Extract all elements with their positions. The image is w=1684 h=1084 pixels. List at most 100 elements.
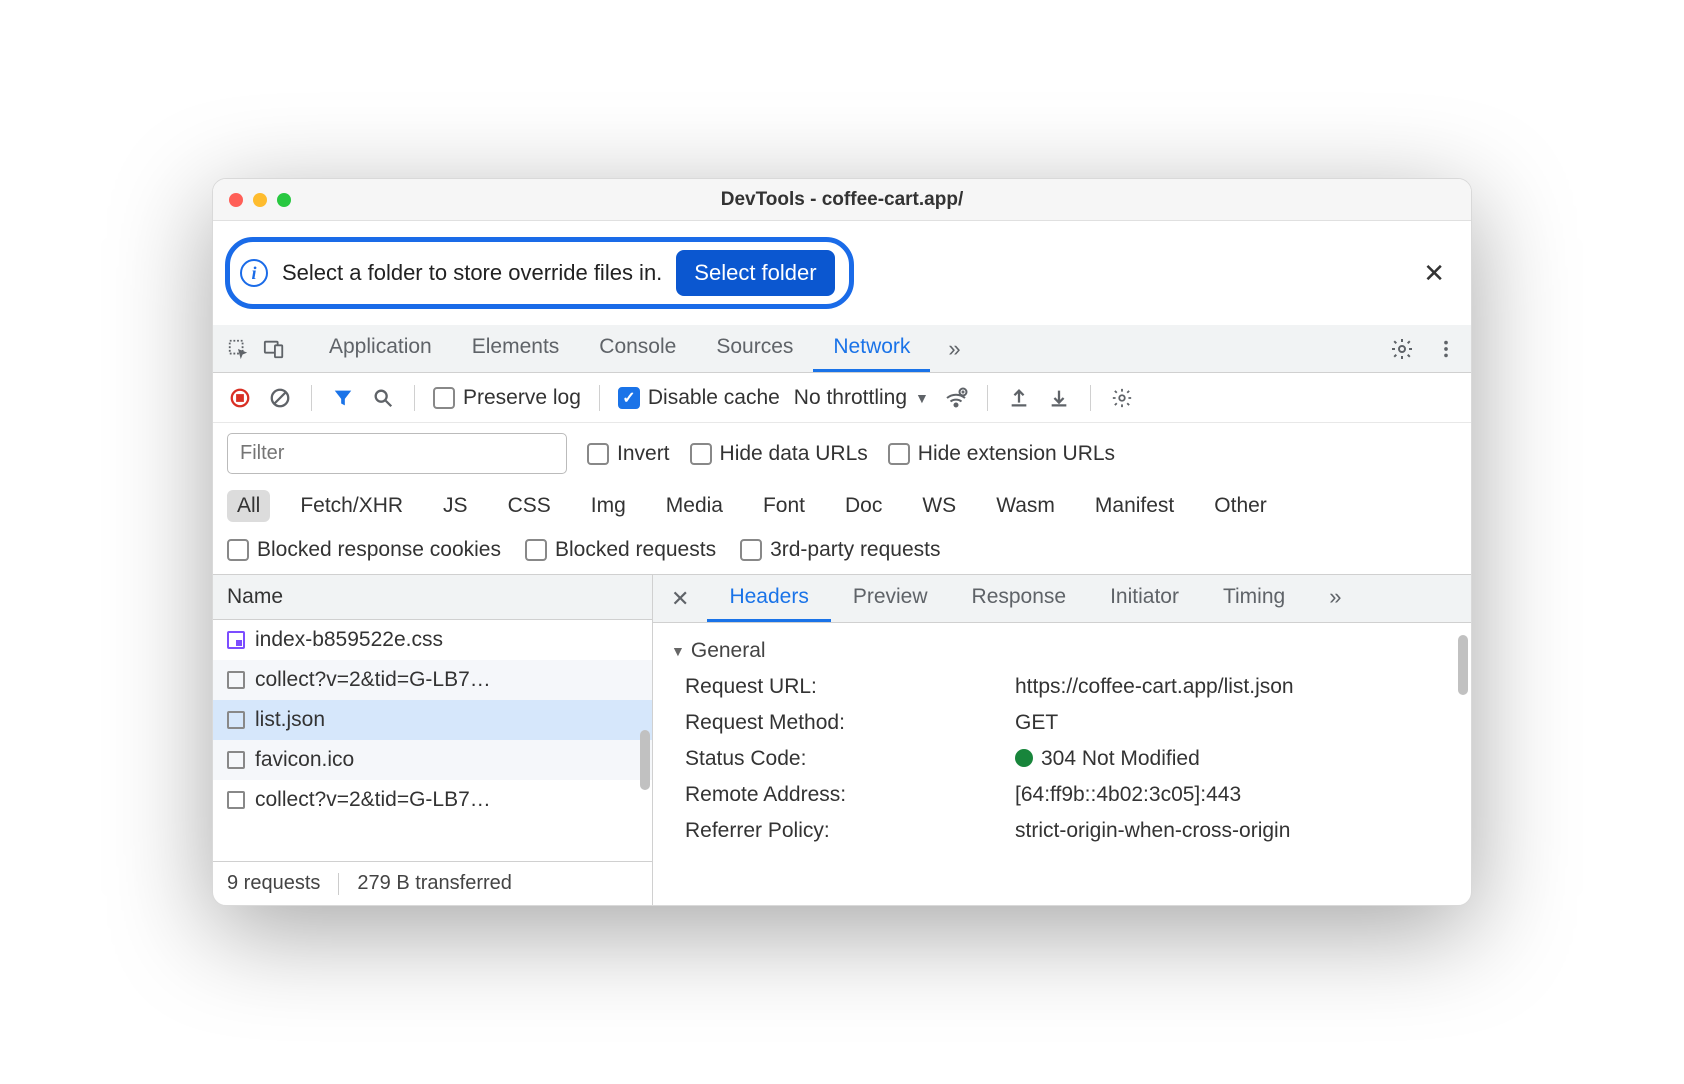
request-name: favicon.ico [255,748,354,772]
request-row[interactable]: collect?v=2&tid=G-LB7… [213,780,652,820]
inspect-icon[interactable] [223,334,253,364]
type-filter-manifest[interactable]: Manifest [1085,490,1184,522]
detail-tab-response[interactable]: Response [950,575,1089,622]
tab-console[interactable]: Console [579,325,696,372]
info-icon: i [240,259,268,287]
header-key: Referrer Policy: [685,819,1015,843]
type-filter-media[interactable]: Media [656,490,733,522]
type-filter-font[interactable]: Font [753,490,815,522]
override-infobar-text: Select a folder to store override files … [282,260,662,286]
invert-checkbox[interactable]: Invert [587,442,670,466]
header-value: 304 Not Modified [1015,747,1453,771]
header-key: Request URL: [685,675,1015,699]
type-filter-wasm[interactable]: Wasm [986,490,1065,522]
tab-network[interactable]: Network [813,325,930,372]
detail-tab-timing[interactable]: Timing [1201,575,1307,622]
scrollbar-thumb[interactable] [640,730,650,790]
general-section-label: General [691,639,766,663]
other-filters: Blocked response cookies Blocked request… [213,532,1471,575]
settings-gear-icon[interactable] [1387,334,1417,364]
type-filter-js[interactable]: JS [433,490,478,522]
devtools-window: DevTools - coffee-cart.app/ i Select a f… [212,178,1472,906]
blocked-cookies-label: Blocked response cookies [257,538,501,562]
header-row: Request Method:GET [671,705,1453,741]
select-folder-button[interactable]: Select folder [676,250,834,296]
type-filter-fetchxhr[interactable]: Fetch/XHR [290,490,413,522]
network-settings-gear-icon[interactable] [1109,385,1135,411]
close-infobar-button[interactable]: ✕ [1415,254,1453,293]
request-name: list.json [255,708,325,732]
export-har-icon[interactable] [1006,385,1032,411]
detail-tabbar: ✕ HeadersPreviewResponseInitiatorTiming» [653,575,1471,623]
type-filter-other[interactable]: Other [1204,490,1277,522]
file-icon [227,751,245,769]
blocked-cookies-checkbox[interactable]: Blocked response cookies [227,538,501,562]
main-tabbar: ApplicationElementsConsoleSourcesNetwork… [213,325,1471,373]
request-row[interactable]: list.json [213,700,652,740]
search-icon[interactable] [370,385,396,411]
device-toggle-icon[interactable] [259,334,289,364]
general-section-toggle[interactable]: ▼ General [671,633,1453,669]
header-key: Request Method: [685,711,1015,735]
scrollbar-thumb[interactable] [1458,635,1468,695]
request-name: collect?v=2&tid=G-LB7… [255,788,491,812]
type-filter-doc[interactable]: Doc [835,490,892,522]
header-row: Request URL:https://coffee-cart.app/list… [671,669,1453,705]
request-detail-panel: ✕ HeadersPreviewResponseInitiatorTiming»… [653,575,1471,905]
network-conditions-icon[interactable] [943,385,969,411]
header-key: Remote Address: [685,783,1015,807]
network-toolbar: Preserve log Disable cache No throttling… [213,373,1471,423]
kebab-menu-icon[interactable] [1431,334,1461,364]
type-filter-ws[interactable]: WS [912,490,966,522]
tab-sources[interactable]: Sources [696,325,813,372]
third-party-checkbox[interactable]: 3rd-party requests [740,538,940,562]
hide-data-urls-label: Hide data URLs [720,442,868,466]
hide-extension-urls-checkbox[interactable]: Hide extension URLs [888,442,1115,466]
preserve-log-checkbox[interactable]: Preserve log [433,386,581,410]
header-value: strict-origin-when-cross-origin [1015,819,1453,843]
record-button[interactable] [227,385,253,411]
invert-label: Invert [617,442,670,466]
header-row: Remote Address:[64:ff9b::4b02:3c05]:443 [671,777,1453,813]
disable-cache-label: Disable cache [648,386,780,410]
header-row: Status Code:304 Not Modified [671,741,1453,777]
header-value: GET [1015,711,1453,735]
header-value: https://coffee-cart.app/list.json [1015,675,1453,699]
close-window-button[interactable] [229,193,243,207]
close-detail-button[interactable]: ✕ [653,586,707,612]
request-row[interactable]: index-b859522e.css [213,620,652,660]
header-key: Status Code: [685,747,1015,771]
type-filter-css[interactable]: CSS [498,490,561,522]
type-filter-all[interactable]: All [227,490,270,522]
detail-body: ▼ General Request URL:https://coffee-car… [653,623,1471,905]
header-value: [64:ff9b::4b02:3c05]:443 [1015,783,1453,807]
zoom-window-button[interactable] [277,193,291,207]
detail-tabs-overflow[interactable]: » [1307,575,1363,622]
tab-application[interactable]: Application [309,325,452,372]
blocked-requests-checkbox[interactable]: Blocked requests [525,538,716,562]
request-list-header[interactable]: Name [213,575,652,620]
status-dot-icon [1015,749,1033,767]
request-row[interactable]: collect?v=2&tid=G-LB7… [213,660,652,700]
request-row[interactable]: favicon.ico [213,740,652,780]
triangle-down-icon: ▼ [671,643,685,659]
hide-data-urls-checkbox[interactable]: Hide data URLs [690,442,868,466]
request-list[interactable]: index-b859522e.csscollect?v=2&tid=G-LB7…… [213,620,652,861]
import-har-icon[interactable] [1046,385,1072,411]
throttling-dropdown[interactable]: No throttling ▼ [794,386,929,410]
titlebar: DevTools - coffee-cart.app/ [213,179,1471,221]
requests-count: 9 requests [227,872,320,895]
tab-elements[interactable]: Elements [452,325,580,372]
header-row: Referrer Policy:strict-origin-when-cross… [671,813,1453,849]
minimize-window-button[interactable] [253,193,267,207]
detail-tab-preview[interactable]: Preview [831,575,950,622]
type-filter-img[interactable]: Img [581,490,636,522]
detail-tab-initiator[interactable]: Initiator [1088,575,1201,622]
filter-toggle-icon[interactable] [330,385,356,411]
main-content: Name index-b859522e.csscollect?v=2&tid=G… [213,575,1471,905]
tabs-overflow-button[interactable]: » [936,336,972,362]
disable-cache-checkbox[interactable]: Disable cache [618,386,780,410]
detail-tab-headers[interactable]: Headers [707,575,830,622]
filter-input[interactable] [227,433,567,474]
clear-button[interactable] [267,385,293,411]
